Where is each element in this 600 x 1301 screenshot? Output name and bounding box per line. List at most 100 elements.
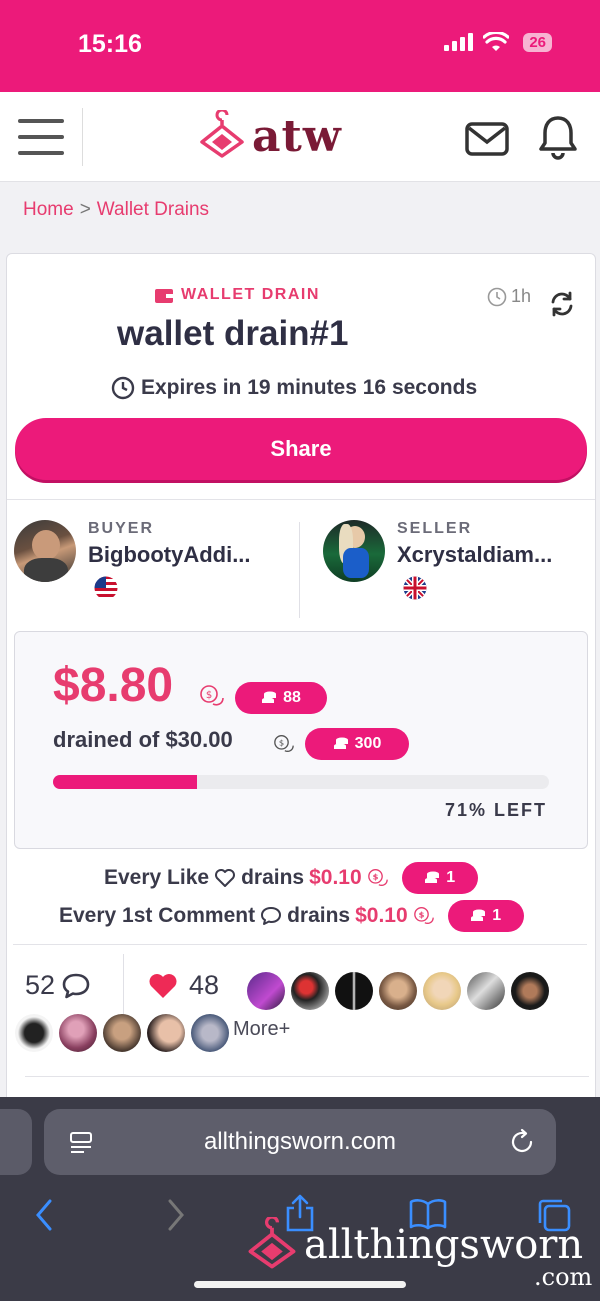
- liker-avatar[interactable]: [59, 1014, 97, 1052]
- comments-count-value: 52: [25, 970, 56, 1000]
- reload-icon[interactable]: [508, 1128, 536, 1156]
- hanger-logo-icon: [200, 110, 244, 158]
- liker-avatar[interactable]: [191, 1014, 229, 1052]
- seller-avatar[interactable]: [323, 520, 385, 582]
- divider: [7, 499, 595, 500]
- watermark-text: allthingsworn: [304, 1222, 584, 1268]
- like-drain-rule: Every Like drains $0.10 $ 1: [104, 862, 478, 894]
- us-flag-icon: [94, 576, 118, 600]
- liker-avatar[interactable]: [291, 972, 329, 1010]
- page-menu-icon[interactable]: [68, 1130, 94, 1156]
- liker-avatar[interactable]: [15, 1014, 53, 1052]
- drain-progress-bar: [53, 775, 549, 789]
- expiry-countdown: Expires in 19 minutes 16 seconds: [111, 376, 477, 400]
- liker-avatar[interactable]: [335, 972, 373, 1010]
- listing-age: 1h: [487, 286, 531, 307]
- seller-info[interactable]: SELLER Xcrystaldiam...: [323, 520, 552, 605]
- back-icon[interactable]: [32, 1197, 56, 1233]
- logo-text: atw: [252, 110, 342, 162]
- liker-avatar[interactable]: [467, 972, 505, 1010]
- liker-avatar[interactable]: [379, 972, 417, 1010]
- people-divider: [299, 522, 300, 618]
- hanger-watermark-icon: [248, 1217, 296, 1269]
- svg-text:$: $: [206, 690, 212, 701]
- coins-icon: [262, 691, 277, 703]
- previous-tab-preview[interactable]: [0, 1109, 32, 1175]
- seller-name[interactable]: Xcrystaldiam...: [397, 542, 552, 568]
- share-button[interactable]: Share: [15, 418, 587, 480]
- status-bar: 15:16 26: [0, 0, 600, 92]
- total-tokens-badge: 300: [305, 728, 409, 760]
- forward-icon[interactable]: [164, 1197, 188, 1233]
- liker-avatar[interactable]: [147, 1014, 185, 1052]
- bell-icon[interactable]: [538, 114, 578, 160]
- site-header: atw: [0, 92, 600, 182]
- status-time: 15:16: [78, 30, 142, 58]
- breadcrumb-home[interactable]: Home: [23, 199, 74, 220]
- comment-tokens: 1: [492, 907, 502, 924]
- wifi-icon: [483, 32, 510, 51]
- drain-progress-fill: [53, 775, 197, 789]
- heart-outline-icon: [215, 869, 236, 887]
- likes-count[interactable]: 48: [147, 970, 219, 1001]
- watermark: allthingsworn: [244, 1217, 583, 1273]
- amount-tokens: 88: [283, 689, 301, 706]
- comment-icon: [62, 973, 90, 998]
- drained-of-total: drained of $30.00: [53, 727, 233, 752]
- comment-rule-amount: $0.10: [355, 904, 408, 927]
- hamburger-icon[interactable]: [18, 119, 64, 155]
- currency-chat-icon: $: [274, 735, 294, 752]
- liker-avatar[interactable]: [423, 972, 461, 1010]
- buyer-name[interactable]: BigbootyAddi...: [88, 542, 251, 568]
- home-indicator[interactable]: [194, 1281, 406, 1288]
- like-tokens-badge: 1: [401, 862, 478, 894]
- mail-icon[interactable]: [465, 122, 509, 156]
- breadcrumb-separator: >: [79, 199, 91, 220]
- address-bar[interactable]: allthingsworn.com: [44, 1109, 556, 1175]
- refresh-icon[interactable]: [548, 290, 576, 318]
- liker-avatar[interactable]: [103, 1014, 141, 1052]
- battery-indicator: 26: [523, 32, 552, 52]
- like-tokens: 1: [446, 869, 456, 886]
- signal-icon: [444, 33, 474, 51]
- heart-filled-icon: [149, 973, 177, 998]
- listing-type-tag: WALLET DRAIN: [155, 286, 320, 304]
- site-logo[interactable]: atw: [198, 110, 342, 162]
- more-likers-link[interactable]: More+: [233, 1018, 290, 1041]
- comment-rule-middle: drains: [287, 904, 351, 927]
- buyer-info[interactable]: BUYER BigbootyAddi...: [14, 520, 251, 605]
- currency-chat-icon: $: [413, 907, 434, 924]
- breadcrumb-current[interactable]: Wallet Drains: [97, 199, 209, 220]
- comment-tokens-badge: 1: [447, 900, 524, 932]
- coins-icon: [425, 871, 440, 883]
- status-icons: 26: [444, 32, 552, 52]
- liker-avatar[interactable]: [511, 972, 549, 1010]
- breadcrumb: Home > Wallet Drains: [23, 199, 209, 221]
- currency-chat-icon: $: [200, 685, 224, 706]
- clock-icon: [111, 376, 135, 400]
- drain-progress-box: $8.80 $ 88 drained of $30.00 $ 300 71% L…: [14, 631, 588, 849]
- like-rule-prefix: Every Like: [104, 866, 210, 889]
- seller-role: SELLER: [397, 520, 473, 537]
- comment-rule-prefix: Every 1st Comment: [59, 904, 256, 927]
- drained-amount: $8.80: [53, 659, 174, 712]
- uk-flag-icon: [403, 576, 427, 600]
- expiry-text: Expires in 19 minutes 16 seconds: [141, 376, 478, 399]
- liker-avatar[interactable]: [247, 972, 285, 1010]
- listing-title: wallet drain#1: [117, 314, 349, 353]
- clock-icon: [487, 287, 507, 306]
- wallet-icon: [155, 288, 173, 303]
- comments-count[interactable]: 52: [25, 970, 91, 1001]
- amount-tokens-badge: 88: [235, 682, 327, 714]
- watermark-suffix: .com: [534, 1263, 593, 1291]
- percent-left-label: 71% LEFT: [444, 800, 547, 820]
- total-tokens: 300: [354, 735, 382, 752]
- listing-age-text: 1h: [511, 286, 532, 306]
- like-rule-middle: drains: [241, 866, 305, 889]
- browser-toolbar: allthingsworn.com allthingsworn .com: [0, 1097, 600, 1301]
- coins-icon: [333, 737, 348, 749]
- comment-outline-icon: [261, 907, 282, 925]
- buyer-avatar[interactable]: [14, 520, 76, 582]
- stats-divider: [123, 954, 124, 1018]
- svg-text:$: $: [279, 738, 284, 748]
